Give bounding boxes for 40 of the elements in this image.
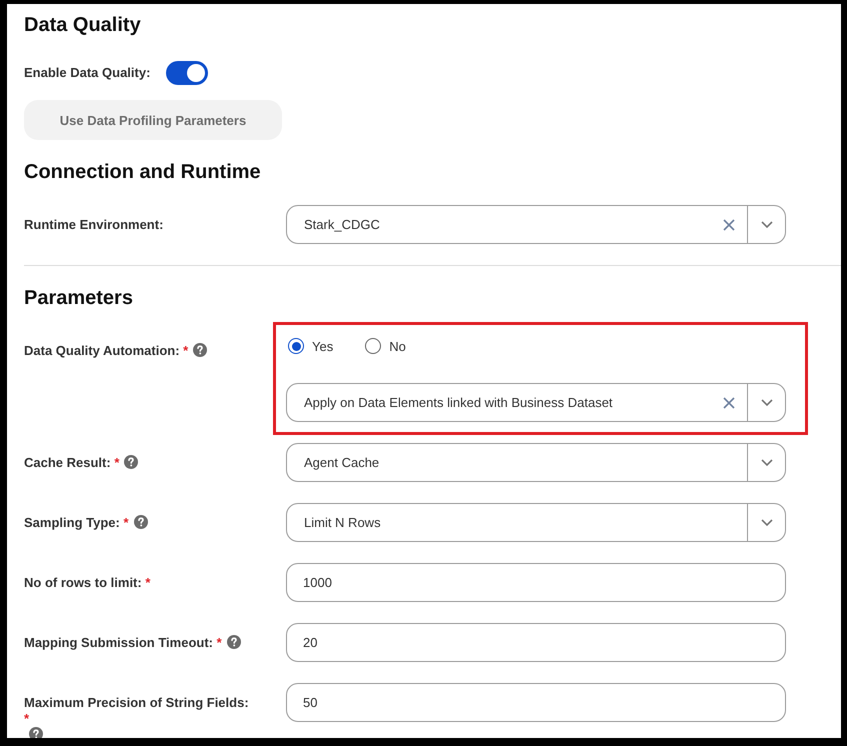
section-title: Connection and Runtime: [24, 160, 262, 184]
required-mark: *: [216, 635, 222, 650]
field-label: Mapping Submission Timeout:: [24, 635, 213, 650]
radio-button[interactable]: [288, 338, 304, 354]
help-icon[interactable]: [193, 343, 208, 357]
dropdown[interactable]: Stark_CDGC: [286, 205, 786, 244]
text-input[interactable]: 20: [286, 623, 786, 662]
help-icon[interactable]: [124, 455, 138, 469]
help-icon[interactable]: [226, 635, 241, 649]
required-mark: *: [183, 343, 188, 358]
field-label: Maximum Precision of String Fields:: [24, 695, 249, 710]
dropdown[interactable]: Apply on Data Elements linked with Business Dataset: [286, 383, 786, 422]
field-label: Sampling Type:: [24, 515, 120, 530]
chevron-down-icon[interactable]: [760, 459, 772, 466]
required-mark: *: [114, 455, 120, 470]
chevron-down-icon[interactable]: [760, 399, 772, 406]
help-icon[interactable]: [134, 515, 148, 529]
required-mark: *: [123, 515, 129, 530]
clear-icon[interactable]: [723, 396, 735, 408]
section-title: Data Quality: [24, 13, 142, 37]
field-label: Data Quality Automation:: [24, 343, 180, 358]
required-mark: *: [24, 711, 30, 726]
text-input[interactable]: 1000: [286, 563, 786, 602]
field-label: Runtime Environment:: [24, 217, 164, 232]
chevron-down-icon[interactable]: [760, 519, 772, 526]
dropdown[interactable]: Limit N Rows: [286, 503, 786, 542]
field-label: No of rows to limit:: [24, 575, 142, 590]
section-title: Parameters: [24, 286, 134, 310]
required-mark: *: [145, 575, 150, 590]
help-icon[interactable]: [29, 727, 43, 738]
clear-icon[interactable]: [723, 218, 735, 230]
radio-label[interactable]: Yes: [312, 338, 334, 354]
chevron-down-icon[interactable]: [760, 221, 772, 228]
field-label: Cache Result:: [24, 455, 111, 470]
dropdown[interactable]: Agent Cache: [286, 443, 786, 482]
toggle-switch[interactable]: [166, 61, 208, 85]
radio-button[interactable]: [365, 338, 382, 354]
field-label: Enable Data Quality:: [24, 65, 150, 81]
radio-label[interactable]: No: [389, 338, 406, 354]
text-input[interactable]: 50: [286, 683, 786, 722]
